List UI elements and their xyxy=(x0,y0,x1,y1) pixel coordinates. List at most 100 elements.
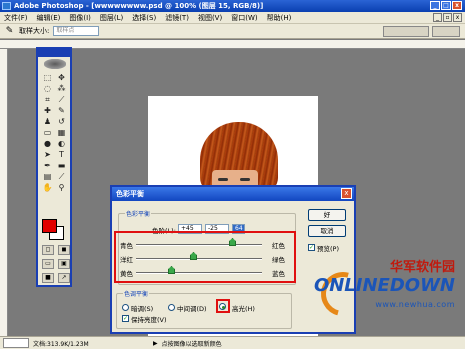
menu-edit[interactable]: 编辑(E) xyxy=(37,13,61,23)
notes-tool-icon[interactable]: ▤ xyxy=(41,171,54,182)
yellow-blue-slider-track[interactable] xyxy=(136,272,262,274)
watermark-logo: 华军软件园 ONLINEDOWN www.newhua.com xyxy=(312,256,461,328)
maximize-button[interactable]: □ xyxy=(441,1,451,10)
right-eye xyxy=(240,178,250,181)
gradient-tool-icon[interactable]: ▦ xyxy=(55,127,68,138)
slider1-right-label: 红色 xyxy=(272,242,285,250)
slice-tool-icon[interactable]: ⟋ xyxy=(55,94,68,105)
shape-tool-icon[interactable]: ▬ xyxy=(55,160,68,171)
slider1-left-label: 青色 xyxy=(120,242,133,250)
quickmask-mode-button[interactable]: ◼ xyxy=(58,245,70,255)
dialog-titlebar[interactable]: 色彩平衡 xyxy=(112,187,354,201)
dialog-title: 色彩平衡 xyxy=(116,190,144,198)
tool-grid: ⬚ ✥ ◌ ⁂ ⌗ ⟋ ✚ ✎ ♟ ↺ ▭ ▦ ● ◐ ➤ T ✒ ▬ ▤ ⟋ … xyxy=(41,72,69,193)
color-balance-group-label: 色彩平衡 xyxy=(125,209,152,218)
menu-layer[interactable]: 图层(L) xyxy=(100,13,123,23)
menu-view[interactable]: 视图(V) xyxy=(198,13,222,23)
adobe-feather-icon xyxy=(44,59,66,69)
color-balance-dialog: 色彩平衡 x 色彩平衡 色阶(L): +45 -25 64 青色 红色 洋红 绿… xyxy=(110,185,356,334)
screen-mode-row: ▭ ▣ xyxy=(42,259,70,269)
menu-window[interactable]: 窗口(W) xyxy=(231,13,257,23)
toolbox-header[interactable] xyxy=(38,49,70,57)
menu-select[interactable]: 选择(S) xyxy=(132,13,156,23)
zoom-tool-icon[interactable]: ⚲ xyxy=(55,182,68,193)
status-menu-arrow-icon[interactable]: ▶ xyxy=(153,340,158,347)
doc-minimize-button[interactable]: _ xyxy=(433,13,442,22)
lasso-tool-icon[interactable]: ◌ xyxy=(41,83,54,94)
toolbox-panel: ⬚ ✥ ◌ ⁂ ⌗ ⟋ ✚ ✎ ♟ ↺ ▭ ▦ ● ◐ ➤ T ✒ ▬ ▤ ⟋ … xyxy=(36,47,72,287)
slider2-right-label: 绿色 xyxy=(272,256,285,264)
path-select-tool-icon[interactable]: ➤ xyxy=(41,149,54,160)
dialog-close-button[interactable]: x xyxy=(341,188,352,199)
zoom-field[interactable] xyxy=(3,338,29,348)
file-browser-button[interactable] xyxy=(383,26,429,37)
watermark-cn: 华军软件园 xyxy=(389,260,455,275)
minimize-button[interactable]: _ xyxy=(430,1,440,10)
midtones-radio[interactable] xyxy=(168,304,175,311)
watermark-url: www.newhua.com xyxy=(375,300,455,309)
cancel-button[interactable]: 取消 xyxy=(308,225,346,237)
eyedropper-tool-icon[interactable]: ✎ xyxy=(4,26,15,37)
menu-image[interactable]: 图像(I) xyxy=(69,13,91,23)
history-brush-tool-icon[interactable]: ↺ xyxy=(55,116,68,127)
preview-label: 预览(P) xyxy=(317,245,339,253)
screen-mode-fullscreen-button[interactable]: ■ xyxy=(42,273,54,283)
status-hint: 点按图像以选取新颜色 xyxy=(161,340,222,348)
cyan-red-slider-track[interactable] xyxy=(136,244,262,246)
magenta-green-slider-track[interactable] xyxy=(136,258,262,260)
brush-tool-icon[interactable]: ✎ xyxy=(55,105,68,116)
ok-button[interactable]: 好 xyxy=(308,209,346,221)
window-title: Adobe Photoshop - [wwwwwwww.psd @ 100% (… xyxy=(14,2,264,10)
midtones-label: 中间调(D) xyxy=(177,305,207,313)
photoshop-app-icon xyxy=(2,2,11,10)
eraser-tool-icon[interactable]: ▭ xyxy=(41,127,54,138)
magic-wand-tool-icon[interactable]: ⁂ xyxy=(55,83,68,94)
standard-mode-button[interactable]: ◻ xyxy=(42,245,54,255)
hand-tool-icon[interactable]: ✋ xyxy=(41,182,54,193)
window-titlebar: Adobe Photoshop - [wwwwwwww.psd @ 100% (… xyxy=(0,0,465,12)
type-tool-icon[interactable]: T xyxy=(55,149,68,160)
marquee-tool-icon[interactable]: ⬚ xyxy=(41,72,54,83)
menu-filter[interactable]: 滤镜(T) xyxy=(165,13,189,23)
shadows-radio[interactable] xyxy=(122,304,129,311)
close-button[interactable]: x xyxy=(452,1,462,10)
blur-tool-icon[interactable]: ● xyxy=(41,138,54,149)
preview-checkbox[interactable]: ✓ xyxy=(308,244,315,251)
preserve-luminosity-checkbox[interactable]: ✓ xyxy=(122,315,129,322)
menu-help[interactable]: 帮助(H) xyxy=(267,13,292,23)
jump-row: ■ ↗ xyxy=(42,273,70,283)
shadows-label: 暗调(S) xyxy=(131,305,154,313)
highlights-radio[interactable] xyxy=(219,303,226,310)
jump-to-imageready-button[interactable]: ↗ xyxy=(58,273,70,283)
document-window-controls: _ ▫ x xyxy=(433,13,462,22)
screen-mode-standard-button[interactable]: ▭ xyxy=(42,259,54,269)
screen-mode-full-button[interactable]: ▣ xyxy=(58,259,70,269)
move-tool-icon[interactable]: ✥ xyxy=(55,72,68,83)
doc-close-button[interactable]: x xyxy=(453,13,462,22)
slider3-left-label: 黄色 xyxy=(120,270,133,278)
highlights-label: 高光(H) xyxy=(232,305,255,313)
palette-well[interactable] xyxy=(432,26,460,37)
tone-balance-group-label: 色调平衡 xyxy=(123,289,150,298)
watermark-en: ONLINEDOWN xyxy=(313,275,455,296)
menu-file[interactable]: 文件(F) xyxy=(4,13,28,23)
mask-mode-row: ◻ ◼ xyxy=(42,245,70,255)
eyedropper-icon[interactable]: ⟋ xyxy=(55,171,68,182)
healing-brush-tool-icon[interactable]: ✚ xyxy=(41,105,54,116)
crop-tool-icon[interactable]: ⌗ xyxy=(41,94,54,105)
clone-stamp-tool-icon[interactable]: ♟ xyxy=(41,116,54,127)
menu-bar: 文件(F) 编辑(E) 图像(I) 图层(L) 选择(S) 滤镜(T) 视图(V… xyxy=(0,12,465,24)
slider2-left-label: 洋红 xyxy=(120,256,133,264)
doc-restore-button[interactable]: ▫ xyxy=(443,13,452,22)
window-controls: _ □ x xyxy=(430,1,462,10)
left-eye xyxy=(218,178,228,181)
preserve-luminosity-label: 保持亮度(V) xyxy=(131,316,167,324)
foreground-color-swatch[interactable] xyxy=(42,219,57,233)
document-size-info: 文档:313.9K/1.23M xyxy=(33,340,89,348)
sample-size-label: 取样大小: xyxy=(19,27,50,35)
slider-highlight-box xyxy=(114,231,296,283)
pen-tool-icon[interactable]: ✒ xyxy=(41,160,54,171)
sample-size-select[interactable]: 取样点 xyxy=(53,26,100,36)
status-bar: 文档:313.9K/1.23M ▶ 点按图像以选取新颜色 xyxy=(0,336,465,349)
dodge-tool-icon[interactable]: ◐ xyxy=(55,138,68,149)
